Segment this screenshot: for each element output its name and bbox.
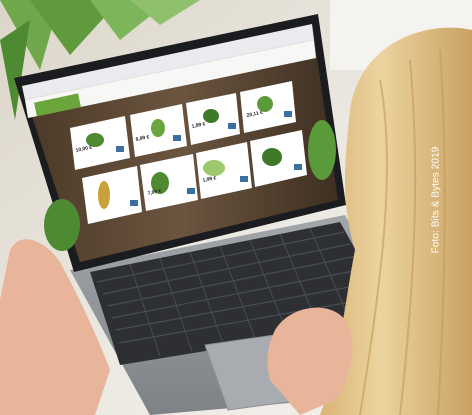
photo-credit: Foto: Bits & Bytes 2019 xyxy=(430,146,442,254)
screen-vegetables-right xyxy=(308,120,336,180)
laptop-photo: 10,00 € 8,99 € 1,99 € 20,11 € 7,99 € 1,9… xyxy=(0,0,472,415)
screen-vegetables-left xyxy=(44,199,80,251)
